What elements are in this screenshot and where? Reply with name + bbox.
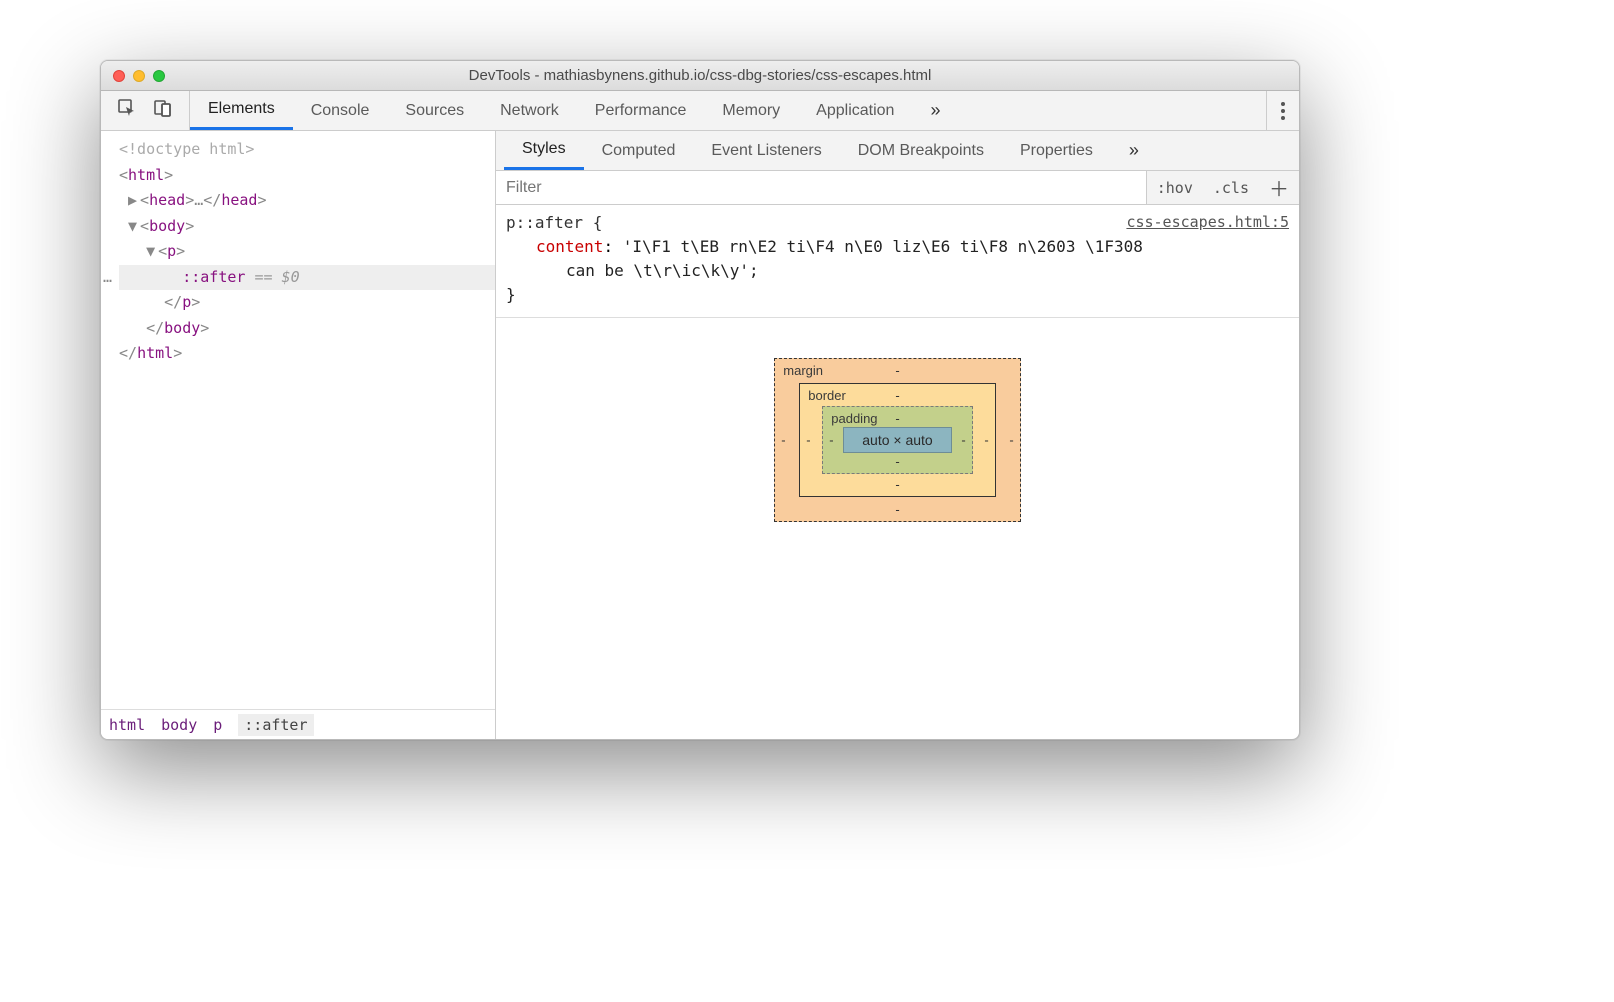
tab-elements[interactable]: Elements <box>190 91 293 130</box>
css-value-line2[interactable]: can be \t\r\ic\k\y'; <box>566 261 759 280</box>
main-tabs: Elements Console Sources Network Perform… <box>190 91 958 130</box>
crumb-html[interactable]: html <box>109 716 145 734</box>
toolbar-right-group <box>1266 91 1299 130</box>
inspect-element-icon[interactable] <box>117 98 137 123</box>
tab-styles[interactable]: Styles <box>504 131 584 170</box>
rule-close-brace: } <box>506 285 516 304</box>
main-toolbar: Elements Console Sources Network Perform… <box>101 91 1299 131</box>
tab-console[interactable]: Console <box>293 91 388 130</box>
titlebar: DevTools - mathiasbynens.github.io/css-d… <box>101 61 1299 91</box>
new-style-rule-button[interactable]: ＋ <box>1259 173 1299 202</box>
box-model-viewer: margin - - - - border - - - - padding - <box>496 318 1299 739</box>
rule-selector: p::after { <box>506 213 602 232</box>
tab-application[interactable]: Application <box>798 91 912 130</box>
html-open-tag[interactable]: html <box>128 166 164 184</box>
tab-sources[interactable]: Sources <box>387 91 482 130</box>
tab-performance[interactable]: Performance <box>577 91 705 130</box>
selected-dom-node[interactable]: ::after == $0 <box>119 265 495 291</box>
expand-toggle-icon[interactable]: ▶ <box>128 188 140 214</box>
tab-properties[interactable]: Properties <box>1002 131 1111 170</box>
body-tag[interactable]: body <box>149 217 185 235</box>
content-area: <!doctype html> <html> ▶<head>…</head> ▼… <box>101 131 1299 739</box>
padding-label: padding <box>831 411 877 426</box>
tabs-overflow-button[interactable]: » <box>912 91 958 130</box>
rule-source-link[interactable]: css-escapes.html:5 <box>1126 211 1289 234</box>
styles-toggles: :hov .cls ＋ <box>1146 171 1299 204</box>
box-model-border[interactable]: border - - - - padding - - - - auto × au… <box>799 383 995 497</box>
styles-tabs: Styles Computed Event Listeners DOM Brea… <box>496 131 1299 171</box>
zoom-window-button[interactable] <box>153 70 165 82</box>
border-label: border <box>808 388 846 403</box>
tab-event-listeners[interactable]: Event Listeners <box>693 131 839 170</box>
p-tag[interactable]: p <box>167 242 176 260</box>
cls-toggle[interactable]: .cls <box>1203 179 1259 197</box>
hov-toggle[interactable]: :hov <box>1147 179 1203 197</box>
devtools-window: DevTools - mathiasbynens.github.io/css-d… <box>100 60 1300 740</box>
styles-filter-bar: :hov .cls ＋ <box>496 171 1299 205</box>
more-options-icon[interactable] <box>1281 102 1285 120</box>
doctype-node: <!doctype html> <box>119 140 254 158</box>
styles-filter-input[interactable] <box>496 171 1146 204</box>
toolbar-left-group <box>101 91 190 130</box>
css-rule-block[interactable]: css-escapes.html:5 p::after { content: '… <box>496 205 1299 318</box>
css-value-line1[interactable]: 'I\F1 t\EB rn\E2 ti\F4 n\E0 liz\E6 ti\F8… <box>623 237 1143 256</box>
tab-network[interactable]: Network <box>482 91 577 130</box>
chevron-right-icon: » <box>1129 140 1139 161</box>
styles-panel: Styles Computed Event Listeners DOM Brea… <box>496 131 1299 739</box>
css-property[interactable]: content <box>536 237 603 256</box>
tab-computed[interactable]: Computed <box>584 131 694 170</box>
after-pseudo: ::after <box>182 268 245 286</box>
breadcrumb: html body p ::after <box>101 709 495 739</box>
tab-memory[interactable]: Memory <box>704 91 798 130</box>
box-model-padding[interactable]: padding - - - - auto × auto <box>822 406 972 474</box>
crumb-p[interactable]: p <box>213 716 222 734</box>
crumb-body[interactable]: body <box>161 716 197 734</box>
device-toggle-icon[interactable] <box>153 98 173 123</box>
minimize-window-button[interactable] <box>133 70 145 82</box>
head-tag[interactable]: head <box>149 191 185 209</box>
tab-dom-breakpoints[interactable]: DOM Breakpoints <box>840 131 1002 170</box>
box-model-content[interactable]: auto × auto <box>843 427 951 453</box>
dollar-zero-ref: == $0 <box>245 268 299 286</box>
margin-label: margin <box>783 363 823 378</box>
styles-tabs-overflow[interactable]: » <box>1111 131 1157 170</box>
close-window-button[interactable] <box>113 70 125 82</box>
collapse-toggle-icon[interactable]: ▼ <box>146 239 158 265</box>
box-model-margin[interactable]: margin - - - - border - - - - padding - <box>774 358 1020 522</box>
dom-tree[interactable]: <!doctype html> <html> ▶<head>…</head> ▼… <box>101 131 495 709</box>
collapse-toggle-icon[interactable]: ▼ <box>128 214 140 240</box>
chevron-right-icon: » <box>930 100 940 121</box>
window-controls <box>113 70 165 82</box>
window-title: DevTools - mathiasbynens.github.io/css-d… <box>111 67 1289 84</box>
crumb-after[interactable]: ::after <box>238 714 313 736</box>
dom-panel: <!doctype html> <html> ▶<head>…</head> ▼… <box>101 131 496 739</box>
